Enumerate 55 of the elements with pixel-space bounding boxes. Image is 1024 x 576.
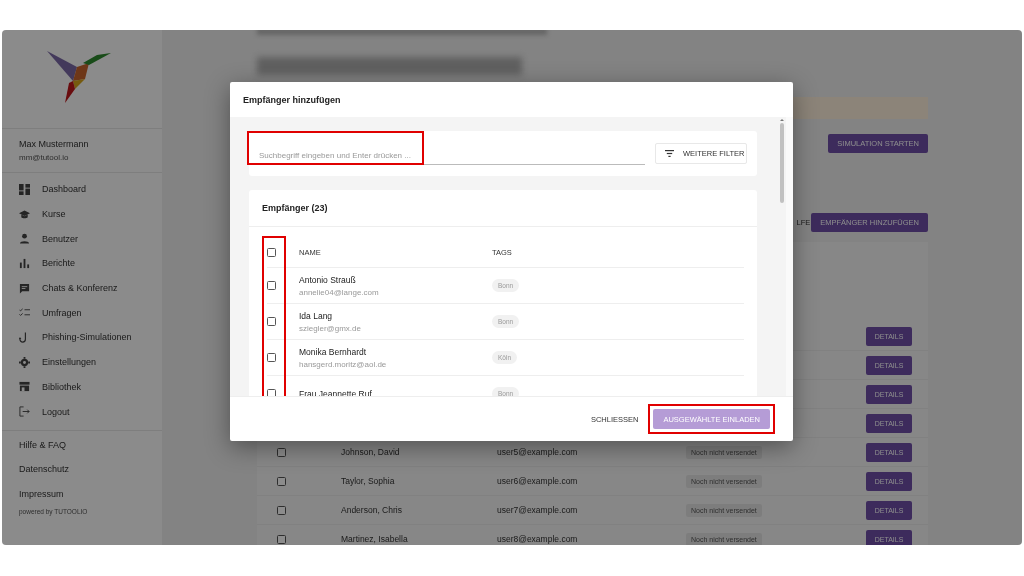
nav-item[interactable]: Chats & Konferenz (2, 275, 162, 301)
table-cell-text: user5@example.com (497, 447, 579, 457)
recipient-name: Antonio Strauß (299, 274, 357, 285)
checkbox[interactable] (267, 317, 276, 326)
scroll-up-icon (779, 117, 785, 123)
recipient-email: annelie04@lange.com (299, 287, 380, 297)
table-cell-text: Taylor, Sophia (341, 476, 396, 486)
nav-item[interactable]: Berichte (2, 251, 162, 276)
chat-icon (19, 282, 30, 294)
user-name: Max Mustermann (19, 139, 90, 149)
footer-link[interactable]: Datenschutz (2, 457, 162, 482)
store-icon (19, 381, 30, 393)
nav-item[interactable]: Dashboard (2, 177, 162, 202)
settings-icon (19, 356, 30, 368)
person-icon (19, 233, 30, 245)
logout-icon (19, 406, 30, 418)
footer-link[interactable]: Hilfe & FAQ (2, 432, 162, 458)
dashboard-icon (19, 183, 30, 195)
checkbox[interactable] (277, 476, 286, 486)
card-title: Empfänger (23) (249, 190, 757, 227)
footer-link[interactable]: Impressum (2, 481, 162, 507)
recipient-name: Monika Bernhardt (299, 346, 368, 357)
table-cell-text: user7@example.com (497, 505, 579, 515)
recipient-email: sziegler@gmx.de (299, 323, 362, 333)
dialog-title: Empfänger hinzufügen (242, 93, 342, 107)
checkbox[interactable] (267, 389, 276, 396)
graduation-cap-icon (19, 208, 30, 220)
checkbox[interactable] (277, 534, 286, 544)
scrollbar[interactable] (786, 117, 793, 396)
checklist-icon (19, 307, 30, 319)
nav-item[interactable]: Logout (2, 399, 162, 424)
nav-item[interactable]: Phishing-Simulationen (2, 325, 162, 350)
scrollbar-thumb[interactable] (780, 123, 784, 203)
filter-icon (665, 150, 674, 157)
nav-item[interactable]: Kurse (2, 201, 162, 227)
user-email: mm@tutool.io (19, 153, 70, 162)
recipient-name: Frau Jeannette Ruf (299, 388, 373, 396)
table-cell-text: Anderson, Chris (341, 505, 403, 515)
nav-item[interactable]: Bibliothek (2, 374, 162, 400)
checkbox[interactable] (267, 281, 276, 290)
recipient-name: Ida Lang (299, 310, 334, 321)
checkbox[interactable] (277, 505, 286, 515)
table-cell-text: user8@example.com (497, 534, 579, 544)
recipient-email: hansgerd.moritz@aol.de (299, 359, 388, 369)
table-cell-text: Johnson, David (341, 447, 401, 457)
nav-item[interactable]: Einstellungen (2, 349, 162, 375)
bar-chart-icon (19, 257, 30, 269)
nav-item[interactable]: Umfragen (2, 300, 162, 326)
checkbox[interactable] (267, 247, 276, 257)
table-cell-text: user6@example.com (497, 476, 579, 486)
nav-item[interactable]: Benutzer (2, 226, 162, 252)
checkbox[interactable] (267, 353, 276, 362)
table-cell-text: Martinez, Isabella (341, 534, 409, 544)
scrollbar[interactable] (778, 117, 786, 396)
checkbox[interactable] (277, 447, 286, 457)
